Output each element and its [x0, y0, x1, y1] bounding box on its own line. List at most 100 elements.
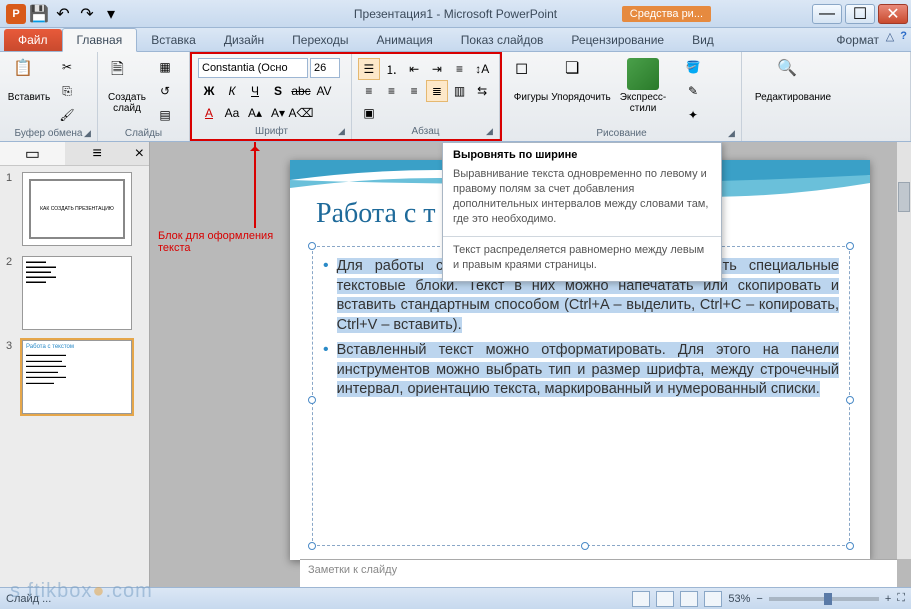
slide-panel: ▭ ≡ × 1 КАК СОЗДАТЬ ПРЕЗЕНТАЦИЮ 2 ▬▬▬▬▬▬… [0, 142, 150, 587]
group-clipboard: 📋 Вставить ✂ ⎘ 🖌 Буфер обмена ◢ [0, 52, 98, 141]
font-size-input[interactable] [310, 58, 340, 78]
close-button[interactable]: ✕ [878, 4, 908, 24]
tab-file[interactable]: Файл [4, 29, 62, 51]
tab-insert[interactable]: Вставка [137, 29, 210, 51]
cut-icon[interactable]: ✂ [56, 56, 78, 78]
view-reading-icon[interactable] [680, 591, 698, 607]
zoom-slider[interactable] [769, 597, 879, 601]
bullets-icon[interactable]: ☰ [358, 58, 380, 80]
tab-slideshow[interactable]: Показ слайдов [447, 29, 558, 51]
grow-font-icon[interactable]: A▴ [244, 102, 266, 124]
numbering-icon[interactable]: ⒈ [381, 58, 403, 80]
annotation-text: Блок для оформления текста [158, 230, 298, 254]
tooltip-justify: Выровнять по ширине Выравнивание текста … [442, 142, 722, 282]
new-slide-icon: 🗎 [111, 58, 143, 90]
slide-textbox[interactable]: Для работы с текстом в редакторе PowerPo… [312, 246, 850, 546]
ribbon: 📋 Вставить ✂ ⎘ 🖌 Буфер обмена ◢ 🗎 Создат… [0, 52, 911, 142]
window-title: Презентация1 - Microsoft PowerPoint [354, 7, 557, 21]
fit-window-icon[interactable]: ⛶ [897, 592, 905, 605]
shape-outline-icon[interactable]: ✎ [682, 80, 704, 102]
align-text-icon[interactable]: ⇆ [471, 80, 493, 102]
zoom-out-icon[interactable]: − [756, 593, 762, 605]
shadow-icon[interactable]: S [267, 80, 289, 102]
reset-icon[interactable]: ↺ [154, 80, 176, 102]
tab-review[interactable]: Рецензирование [557, 29, 678, 51]
line-spacing-icon[interactable]: ≡ [449, 58, 471, 80]
font-color-icon[interactable]: A [198, 102, 220, 124]
save-icon[interactable]: 💾 [28, 3, 50, 25]
paragraph-launcher[interactable]: ◢ [486, 126, 496, 136]
notes-pane[interactable]: Заметки к слайду [300, 559, 897, 587]
contextual-tab-label[interactable]: Средства ри... [622, 6, 711, 22]
minimize-ribbon-icon[interactable]: △ [886, 30, 894, 43]
text-direction-icon[interactable]: ↕A [471, 58, 493, 80]
view-normal-icon[interactable] [632, 591, 650, 607]
drawing-launcher[interactable]: ◢ [728, 128, 738, 138]
view-sorter-icon[interactable] [656, 591, 674, 607]
status-bar: Слайд ... 53% − + ⛶ [0, 587, 911, 609]
decrease-indent-icon[interactable]: ⇤ [403, 58, 425, 80]
workspace: ▭ ≡ × 1 КАК СОЗДАТЬ ПРЕЗЕНТАЦИЮ 2 ▬▬▬▬▬▬… [0, 142, 911, 587]
align-right-icon[interactable]: ≡ [403, 80, 425, 102]
convert-smartart-icon[interactable]: ▣ [358, 102, 380, 124]
change-case-icon[interactable]: Aa [221, 102, 243, 124]
view-slideshow-icon[interactable] [704, 591, 722, 607]
zoom-label: 53% [728, 593, 750, 605]
slide-title[interactable]: Работа с т [316, 198, 436, 230]
font-launcher[interactable]: ◢ [338, 126, 348, 136]
columns-icon[interactable]: ▥ [449, 80, 471, 102]
justify-icon[interactable]: ≣ [426, 80, 448, 102]
editing-button[interactable]: 🔍 Редактирование [748, 56, 838, 141]
redo-icon[interactable]: ↷ [76, 3, 98, 25]
spacing-icon[interactable]: AV [313, 80, 335, 102]
zoom-in-icon[interactable]: + [885, 593, 891, 605]
group-drawing: ◻ Фигуры ❏ Упорядочить Экспресс-стили 🪣 … [502, 52, 742, 141]
outline-tab-slides[interactable]: ▭ [0, 142, 65, 165]
help-icon[interactable]: ? [900, 30, 907, 43]
tab-home[interactable]: Главная [62, 28, 138, 52]
shapes-icon: ◻ [515, 58, 547, 90]
qat-customize-icon[interactable]: ▾ [100, 3, 122, 25]
section-icon[interactable]: ▤ [154, 104, 176, 126]
font-name-input[interactable] [198, 58, 308, 78]
shape-fill-icon[interactable]: 🪣 [682, 56, 704, 78]
align-center-icon[interactable]: ≡ [381, 80, 403, 102]
clipboard-icon: 📋 [13, 58, 45, 90]
title-bar: P 💾 ↶ ↷ ▾ Презентация1 - Microsoft Power… [0, 0, 911, 28]
tab-design[interactable]: Дизайн [210, 29, 278, 51]
minimize-button[interactable]: — [812, 4, 842, 24]
vertical-scrollbar[interactable] [897, 142, 911, 559]
maximize-button[interactable]: ☐ [845, 4, 875, 24]
group-slides: 🗎 Создать слайд ▦ ↺ ▤ Слайды [98, 52, 190, 141]
ribbon-tabs: Файл Главная Вставка Дизайн Переходы Ани… [0, 28, 911, 52]
status-slide-info: Слайд ... [6, 593, 51, 605]
app-icon: P [6, 4, 26, 24]
group-font: Ж К Ч S abc AV A Aa A▴ A▾ A⌫ Шрифт ◢ [192, 54, 352, 139]
clipboard-launcher[interactable]: ◢ [84, 128, 94, 138]
bold-icon[interactable]: Ж [198, 80, 220, 102]
panel-close-icon[interactable]: × [130, 142, 149, 165]
tab-format[interactable]: Формат [822, 29, 893, 51]
align-left-icon[interactable]: ≡ [358, 80, 380, 102]
outline-tab-outline[interactable]: ≡ [65, 142, 130, 165]
italic-icon[interactable]: К [221, 80, 243, 102]
thumb-1[interactable]: 1 КАК СОЗДАТЬ ПРЕЗЕНТАЦИЮ [6, 172, 143, 246]
increase-indent-icon[interactable]: ⇥ [426, 58, 448, 80]
undo-icon[interactable]: ↶ [52, 3, 74, 25]
thumb-2[interactable]: 2 ▬▬▬▬▬▬▬▬▬▬▬▬▬▬▬▬▬▬▬▬▬▬▬▬▬ [6, 256, 143, 330]
tab-view[interactable]: Вид [678, 29, 728, 51]
annotation-arrow [254, 142, 256, 228]
format-painter-icon[interactable]: 🖌 [56, 104, 78, 126]
underline-icon[interactable]: Ч [244, 80, 266, 102]
layout-icon[interactable]: ▦ [154, 56, 176, 78]
tab-animations[interactable]: Анимация [362, 29, 446, 51]
clear-format-icon[interactable]: A⌫ [290, 102, 312, 124]
find-icon: 🔍 [777, 58, 809, 90]
shape-effects-icon[interactable]: ✦ [682, 104, 704, 126]
tab-transitions[interactable]: Переходы [278, 29, 362, 51]
thumb-3[interactable]: 3 Работа с текстом▬▬▬▬▬▬▬▬▬▬▬▬▬▬▬▬▬▬▬▬▬▬… [6, 340, 143, 414]
strike-icon[interactable]: abc [290, 80, 312, 102]
shrink-font-icon[interactable]: A▾ [267, 102, 289, 124]
arrange-icon: ❏ [565, 58, 597, 90]
copy-icon[interactable]: ⎘ [56, 80, 78, 102]
